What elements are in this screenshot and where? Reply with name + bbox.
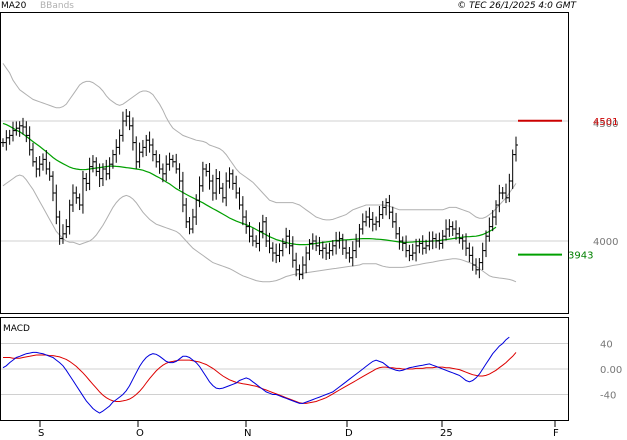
x-tick-label: S — [38, 428, 44, 439]
x-tick-label: F — [553, 428, 559, 439]
copyright-text: © TEC 26/1/2025 4:0 GMT — [457, 1, 577, 11]
x-axis — [39, 421, 556, 427]
macd-y-tick-label: 0.00 — [600, 365, 622, 376]
x-tick-label: 25 — [440, 428, 453, 439]
price-panel-frame — [0, 12, 569, 314]
macd-y-tick-label: 40 — [600, 340, 613, 351]
support-level-label: 3943 — [568, 251, 593, 262]
legend-ma20: MA20 — [1, 1, 27, 11]
price-levels-group — [518, 119, 562, 256]
macd-signal-line — [3, 352, 517, 404]
resistance-level-label: 4501 — [593, 117, 618, 128]
x-tick-label: O — [136, 428, 144, 439]
stock-chart: MA20 BBands © TEC 26/1/2025 4:0 GMT 4500… — [0, 1, 622, 439]
macd-line — [2, 336, 510, 414]
macd-lines-group — [2, 336, 517, 414]
price-bars-group — [1, 109, 518, 281]
macd-y-tick-label: -40 — [600, 391, 616, 402]
price-y-tick-label: 4000 — [593, 237, 618, 248]
macd-title: MACD — [3, 324, 30, 334]
legend-bbands: BBands — [40, 1, 74, 11]
x-tick-label: N — [244, 428, 251, 439]
x-tick-label: D — [345, 428, 353, 439]
